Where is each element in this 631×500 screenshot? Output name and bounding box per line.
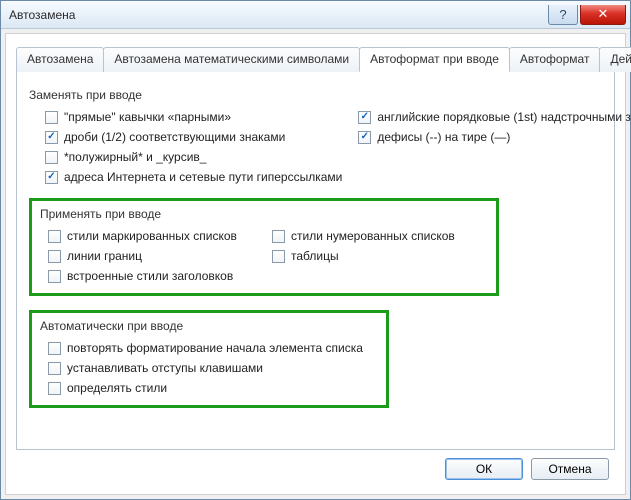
checkbox-numbered-styles[interactable]: стили нумерованных списков [264,229,488,243]
group-apply: Применять при вводе стили маркированных … [29,198,499,296]
group-label: Применять при вводе [40,207,488,221]
tab-label: Действия [610,52,631,66]
group-label: Автоматически при вводе [40,319,378,333]
checkbox-label: адреса Интернета и сетевые пути гиперссы… [64,170,342,184]
checkbox-tab-indent[interactable]: устанавливать отступы клавишами [40,361,378,375]
checkbox-fractions[interactable]: дроби (1/2) соответствующими знаками [29,130,342,144]
group-label: Заменять при вводе [29,88,602,102]
checkbox-icon [45,111,58,124]
checkbox-icon [358,111,371,124]
tab-actions[interactable]: Действия [599,47,631,72]
checkbox-icon [272,230,285,243]
checkbox-label: линии границ [67,249,142,263]
window-buttons: ? ✕ [548,5,626,25]
checkbox-icon [45,151,58,164]
checkbox-border-lines[interactable]: линии границ [40,249,264,263]
checkbox-bold-italic[interactable]: *полужирный* и _курсив_ [29,150,342,164]
checkbox-bullet-styles[interactable]: стили маркированных списков [40,229,264,243]
checkbox-label: английские порядковые (1st) надстрочными… [377,110,631,124]
cancel-button[interactable]: Отмена [531,458,609,480]
titlebar: Автозамена ? ✕ [1,1,630,29]
checkbox-repeat-format[interactable]: повторять форматирование начала элемента… [40,341,378,355]
checkbox-icon [48,362,61,375]
close-button[interactable]: ✕ [580,5,626,25]
checkbox-icon [358,131,371,144]
tab-label: Автоформат [520,52,590,66]
checkbox-icon [48,230,61,243]
checkbox-label: дроби (1/2) соответствующими знаками [64,130,285,144]
checkbox-icon [45,131,58,144]
tab-panel: Заменять при вводе "прямые" кавычки «пар… [16,72,615,450]
checkbox-label: таблицы [291,249,339,263]
tabs: Автозамена Автозамена математическими си… [16,46,615,72]
checkbox-define-styles[interactable]: определять стили [40,381,378,395]
tab-autoformat-typing[interactable]: Автоформат при вводе [359,47,510,72]
dialog-window: Автозамена ? ✕ Автозамена Автозамена мат… [0,0,631,500]
checkbox-hyperlinks[interactable]: адреса Интернета и сетевые пути гиперссы… [29,170,342,184]
group-replace: Заменять при вводе "прямые" кавычки «пар… [29,84,602,184]
help-button[interactable]: ? [548,5,578,25]
checkbox-icon [48,382,61,395]
tab-label: Автозамена математическими символами [114,52,349,66]
tab-label: Автоформат при вводе [370,52,499,66]
checkbox-icon [48,342,61,355]
checkbox-label: дефисы (--) на тире (—) [377,130,510,144]
window-title: Автозамена [9,8,75,22]
checkbox-label: встроенные стили заголовков [67,269,233,283]
checkbox-hyphens[interactable]: дефисы (--) на тире (—) [342,130,631,144]
tab-autocorrect[interactable]: Автозамена [16,47,104,72]
checkbox-straight-quotes[interactable]: "прямые" кавычки «парными» [29,110,342,124]
tab-autoformat[interactable]: Автоформат [509,47,601,72]
group-auto: Автоматически при вводе повторять формат… [29,310,389,408]
checkbox-label: "прямые" кавычки «парными» [64,110,231,124]
dialog-content: Автозамена Автозамена математическими си… [5,33,626,495]
checkbox-label: стили нумерованных списков [291,229,455,243]
checkbox-label: повторять форматирование начала элемента… [67,341,363,355]
checkbox-ordinals[interactable]: английские порядковые (1st) надстрочными… [342,110,631,124]
checkbox-icon [45,171,58,184]
checkbox-icon [272,250,285,263]
checkbox-tables[interactable]: таблицы [264,249,488,263]
tab-label: Автозамена [27,52,93,66]
checkbox-label: стили маркированных списков [67,229,237,243]
ok-button[interactable]: ОК [445,458,523,480]
checkbox-label: определять стили [67,381,167,395]
button-bar: ОК Отмена [16,450,615,486]
tab-math-autocorrect[interactable]: Автозамена математическими символами [103,47,360,72]
checkbox-icon [48,270,61,283]
checkbox-label: *полужирный* и _курсив_ [64,150,206,164]
checkbox-label: устанавливать отступы клавишами [67,361,263,375]
checkbox-heading-styles[interactable]: встроенные стили заголовков [40,269,264,283]
checkbox-icon [48,250,61,263]
